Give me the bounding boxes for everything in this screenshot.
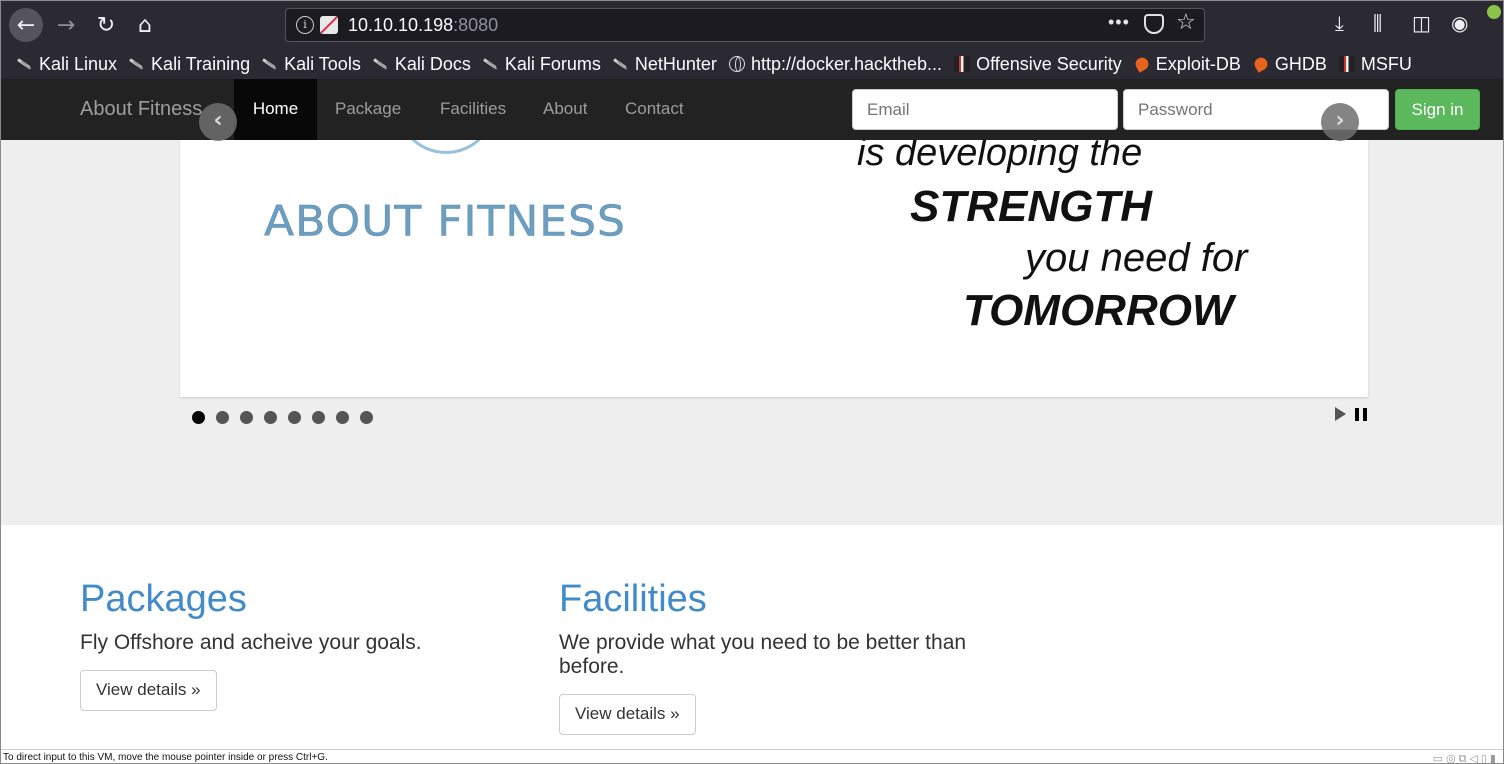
bookmark-ghdb[interactable]: GHDB xyxy=(1252,53,1327,75)
forward-arrow-icon[interactable]: → xyxy=(49,8,83,42)
packages-section: Packages Fly Offshore and acheive your g… xyxy=(80,577,520,711)
bookmark-kali-training[interactable]: Kali Training xyxy=(129,54,250,75)
carousel-indicator-dot[interactable] xyxy=(336,411,349,424)
bookmark-star-icon[interactable]: ☆ xyxy=(1176,10,1196,35)
slide-quote-line: TOMORROW xyxy=(963,286,1234,335)
back-arrow-icon[interactable]: ← xyxy=(9,8,43,42)
facilities-section: Facilities We provide what you need to b… xyxy=(559,577,999,735)
nav-contact[interactable]: Contact xyxy=(625,79,684,140)
bookmark-label: MSFU xyxy=(1360,53,1412,74)
browser-toolbar: ← → ↻ ⌂ i 10.10.10.198:8080 ••• ☆ ⤓ ⫼ ◫ … xyxy=(1,1,1503,49)
carousel-indicator-dot[interactable] xyxy=(240,411,253,424)
nav-home[interactable]: Home xyxy=(234,79,317,140)
carousel: ABOUT FITNESS is developing the STRENGTH… xyxy=(1,140,1503,525)
url-port: :8080 xyxy=(453,15,499,35)
carousel-indicators xyxy=(192,411,373,424)
kali-dragon-icon xyxy=(483,56,499,72)
email-field[interactable] xyxy=(852,89,1118,130)
carousel-indicator-dot[interactable] xyxy=(192,411,205,424)
kali-dragon-icon xyxy=(262,56,278,72)
section-text: We provide what you need to be better th… xyxy=(559,631,967,678)
bookmark-exploit-db[interactable]: Exploit-DB xyxy=(1133,53,1241,75)
download-icon[interactable]: ⤓ xyxy=(1335,11,1344,35)
brand-link[interactable]: About Fitness xyxy=(80,98,202,121)
bookmark-label: Kali Forums xyxy=(504,53,601,74)
bookmark-label: Exploit-DB xyxy=(1155,53,1241,74)
view-details-button[interactable]: View details » xyxy=(80,670,217,711)
section-text: Fly Offshore and acheive your goals. xyxy=(80,631,422,654)
bookmark-label: GHDB xyxy=(1274,53,1327,74)
play-icon[interactable] xyxy=(1335,407,1346,421)
library-icon[interactable]: ⫼ xyxy=(1373,11,1382,35)
bookmark-kali-forums[interactable]: Kali Forums xyxy=(483,54,601,75)
home-icon[interactable]: ⌂ xyxy=(128,8,162,42)
sign-in-button[interactable]: Sign in xyxy=(1395,89,1480,130)
bookmark-label: NetHunter xyxy=(634,53,717,74)
bookmark-label: http://docker.hacktheb... xyxy=(750,53,943,74)
insecure-lock-icon xyxy=(320,16,338,34)
carousel-indicator-dot[interactable] xyxy=(312,411,325,424)
bookmarks-bar: Kali Linux Kali Training Kali Tools Kali… xyxy=(1,49,1503,79)
bookmark-label: Kali Docs xyxy=(394,53,471,74)
bookmark-msfu[interactable]: MSFU xyxy=(1338,53,1412,75)
url-text[interactable]: 10.10.10.198:8080 xyxy=(348,15,498,36)
more-actions-icon[interactable]: ••• xyxy=(1108,12,1130,33)
nethunter-icon xyxy=(613,56,629,72)
device-status-icons: ▭◎⧉◁▯▮ xyxy=(1432,752,1499,764)
account-icon[interactable]: ◉ xyxy=(1451,11,1468,35)
offsec-icon xyxy=(954,56,971,72)
chevron-left-icon[interactable]: ‹ xyxy=(199,103,237,141)
status-text: To direct input to this VM, move the mou… xyxy=(3,752,328,763)
extension-icon[interactable] xyxy=(1487,5,1501,19)
pocket-icon[interactable] xyxy=(1144,14,1164,34)
offsec-icon xyxy=(1338,56,1355,72)
exploitdb-icon xyxy=(1252,55,1270,73)
logo-graphic xyxy=(396,140,496,154)
view-details-button[interactable]: View details » xyxy=(559,694,696,735)
vm-window: ← → ↻ ⌂ i 10.10.10.198:8080 ••• ☆ ⤓ ⫼ ◫ … xyxy=(0,0,1504,764)
bookmark-label: Offensive Security xyxy=(976,53,1122,74)
bookmark-label: Kali Linux xyxy=(39,53,118,74)
bookmark-nethunter[interactable]: NetHunter xyxy=(613,54,717,75)
carousel-indicator-dot[interactable] xyxy=(360,411,373,424)
kali-dragon-icon xyxy=(129,56,145,72)
nav-package[interactable]: Package xyxy=(335,79,401,140)
section-heading: Packages xyxy=(80,578,247,620)
vm-status-bar: To direct input to this VM, move the mou… xyxy=(1,749,1503,764)
bookmark-kali-linux[interactable]: Kali Linux xyxy=(17,54,117,75)
kali-dragon-icon xyxy=(373,56,389,72)
slide-quote-line: you need for xyxy=(1025,236,1248,280)
nav-about[interactable]: About xyxy=(543,79,587,140)
reload-icon[interactable]: ↻ xyxy=(89,8,123,42)
bookmark-label: Kali Training xyxy=(151,53,251,74)
carousel-indicator-dot[interactable] xyxy=(288,411,301,424)
carousel-indicator-dot[interactable] xyxy=(264,411,277,424)
kali-dragon-icon xyxy=(17,56,33,72)
bookmark-offensive-security[interactable]: Offensive Security xyxy=(954,54,1122,75)
section-heading: Facilities xyxy=(559,578,707,620)
chevron-right-icon[interactable]: › xyxy=(1321,103,1359,141)
slide-logo-text: ABOUT FITNESS xyxy=(264,197,626,246)
url-bar[interactable]: i 10.10.10.198:8080 ••• ☆ xyxy=(285,8,1205,42)
url-host: 10.10.10.198 xyxy=(348,15,454,35)
bookmark-kali-docs[interactable]: Kali Docs xyxy=(373,54,471,75)
carousel-indicator-dot[interactable] xyxy=(216,411,229,424)
sidebar-icon[interactable]: ◫ xyxy=(1412,11,1431,35)
pause-icon[interactable] xyxy=(1355,408,1367,421)
info-icon[interactable]: i xyxy=(296,16,314,34)
nav-facilities[interactable]: Facilities xyxy=(440,79,506,140)
exploitdb-icon xyxy=(1133,55,1151,73)
globe-icon xyxy=(728,56,745,72)
bookmark-label: Kali Tools xyxy=(284,53,361,74)
carousel-slide: ABOUT FITNESS is developing the STRENGTH… xyxy=(180,140,1368,397)
slide-quote-line: STRENGTH xyxy=(910,182,1152,231)
bookmark-kali-tools[interactable]: Kali Tools xyxy=(262,54,361,75)
slide-quote-line: is developing the xyxy=(857,140,1143,174)
bookmark-docker[interactable]: http://docker.hacktheb... xyxy=(728,53,943,75)
